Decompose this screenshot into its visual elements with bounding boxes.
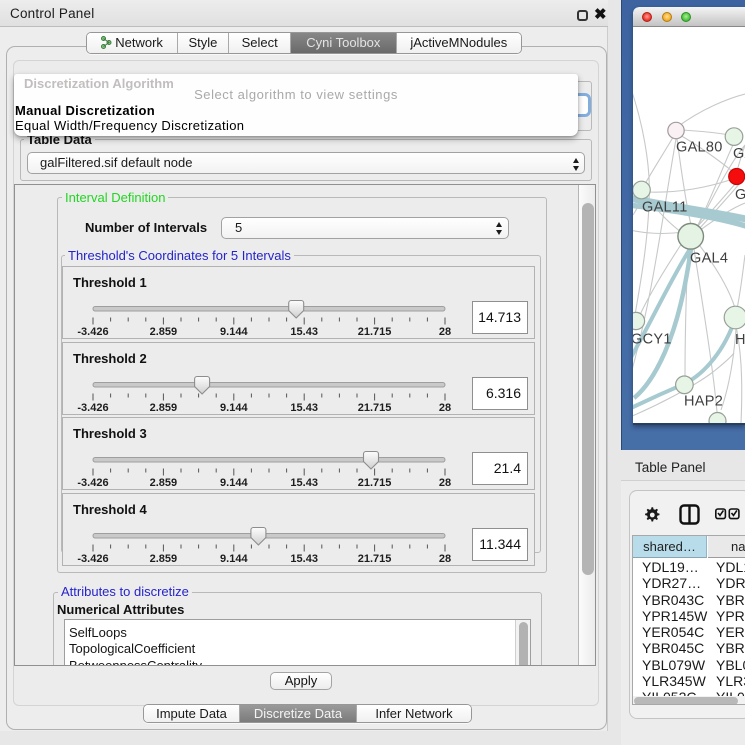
svg-text:-3.426: -3.426 [77, 402, 108, 414]
svg-text:21.715: 21.715 [358, 477, 392, 489]
svg-text:2.859: 2.859 [150, 477, 178, 489]
svg-text:GAL4: GAL4 [690, 251, 728, 267]
svg-text:9.144: 9.144 [220, 477, 248, 489]
svg-text:-3.426: -3.426 [77, 326, 108, 338]
svg-text:H: H [735, 332, 745, 348]
svg-text:21.715: 21.715 [358, 326, 392, 338]
svg-text:15.43: 15.43 [290, 402, 318, 414]
svg-text:28: 28 [439, 402, 451, 414]
svg-text:15.43: 15.43 [290, 477, 318, 489]
svg-text:15.43: 15.43 [290, 326, 318, 338]
svg-text:2.859: 2.859 [150, 553, 178, 565]
svg-text:9.144: 9.144 [220, 402, 248, 414]
svg-text:9.144: 9.144 [220, 326, 248, 338]
svg-text:-3.426: -3.426 [77, 477, 108, 489]
svg-text:9.144: 9.144 [220, 553, 248, 565]
svg-text:G: G [735, 187, 745, 203]
svg-text:2.859: 2.859 [150, 326, 178, 338]
svg-text:GAL11: GAL11 [642, 200, 688, 216]
svg-text:-3.426: -3.426 [77, 553, 108, 565]
svg-text:2.859: 2.859 [150, 402, 178, 414]
svg-text:21.715: 21.715 [358, 553, 392, 565]
svg-text:15.43: 15.43 [290, 553, 318, 565]
svg-text:21.715: 21.715 [358, 402, 392, 414]
svg-text:28: 28 [439, 477, 451, 489]
svg-text:GAL80: GAL80 [676, 140, 723, 156]
svg-text:HAP2: HAP2 [684, 394, 723, 410]
svg-text:GCY1: GCY1 [633, 332, 672, 348]
svg-text:GA: GA [733, 146, 745, 162]
svg-text:28: 28 [439, 326, 451, 338]
svg-text:28: 28 [439, 553, 451, 565]
